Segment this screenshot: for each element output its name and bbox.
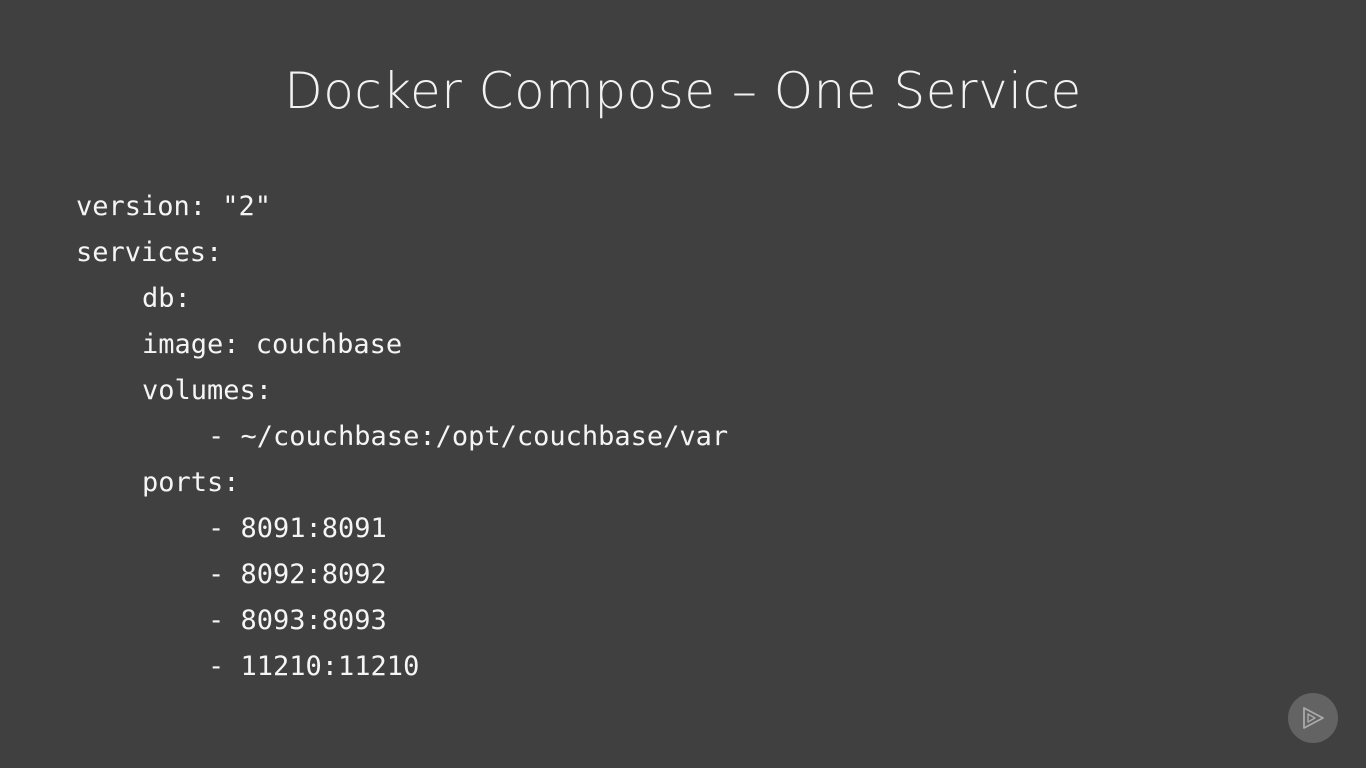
slide: Docker Compose – One Service version: "2… — [0, 0, 1366, 768]
code-line-port-11210: - 11210:11210 — [208, 651, 420, 682]
code-line-image: image: couchbase — [142, 329, 403, 360]
code-block: version: "2" services: db: image: couchb… — [76, 184, 728, 690]
code-line-port-8092: - 8092:8092 — [208, 559, 387, 590]
play-logo-glyph — [1303, 707, 1324, 729]
slide-title: Docker Compose – One Service — [284, 62, 1082, 120]
code-line-volumes: volumes: — [142, 375, 273, 406]
code-line-ports: ports: — [142, 467, 240, 498]
code-line-port-8093: - 8093:8093 — [208, 605, 387, 636]
code-line-services: services: — [76, 237, 223, 268]
code-line-version: version: "2" — [76, 191, 272, 222]
code-line-volume-entry: - ~/couchbase:/opt/couchbase/var — [208, 421, 729, 452]
play-logo-icon — [1288, 693, 1338, 743]
code-line-port-8091: - 8091:8091 — [208, 513, 387, 544]
code-line-db: db: — [142, 283, 191, 314]
